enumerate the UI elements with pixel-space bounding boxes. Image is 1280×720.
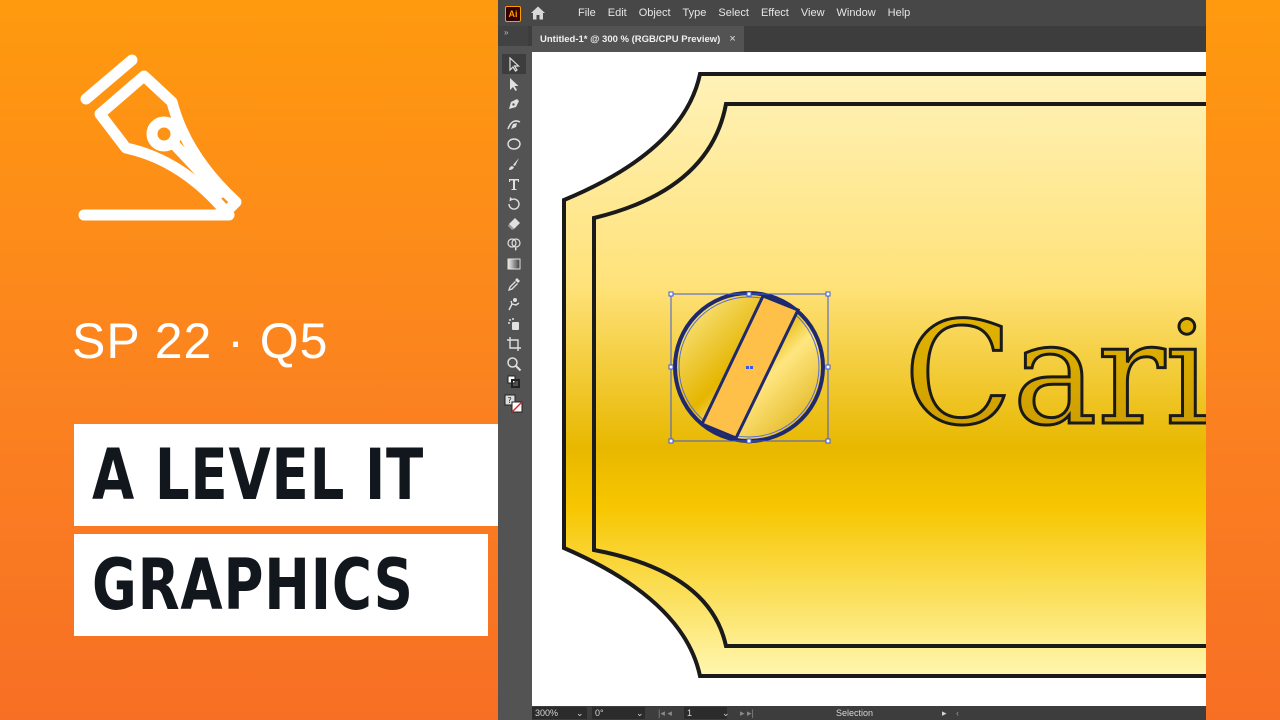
pen-nib-icon	[78, 54, 242, 221]
tools-panel: ?	[498, 46, 532, 720]
pen-tool-icon[interactable]	[502, 94, 526, 114]
type-tool-icon[interactable]	[502, 174, 526, 194]
rotate-tool-icon[interactable]	[502, 194, 526, 214]
document-tab[interactable]: Untitled-1* @ 300 % (RGB/CPU Preview) ×	[532, 26, 744, 52]
artboard-tool-icon[interactable]	[502, 334, 526, 354]
shape-builder-tool-icon[interactable]	[502, 234, 526, 254]
title-line-2: GRAPHICS	[74, 534, 488, 636]
artboard-number-field[interactable]: 1	[684, 707, 727, 719]
fill-stroke-swatch-icon[interactable]: ?	[502, 390, 526, 420]
first-artboard-icon[interactable]: |◂ ◂	[658, 707, 672, 719]
current-tool-status: Selection	[836, 708, 874, 718]
curvature-tool-icon[interactable]	[502, 114, 526, 134]
title-line-1-text: A LEVEL IT	[92, 434, 425, 516]
menu-object[interactable]: Object	[633, 0, 677, 26]
symbol-sprayer-tool-icon[interactable]	[502, 314, 526, 334]
toolbar-collapse-button[interactable]: »	[498, 26, 528, 46]
chevron-down-icon[interactable]: ⌄	[636, 707, 644, 719]
menu-window[interactable]: Window	[831, 0, 882, 26]
menu-effect[interactable]: Effect	[755, 0, 795, 26]
menu-select[interactable]: Select	[712, 0, 755, 26]
chevron-down-icon[interactable]: ⌄	[576, 707, 584, 719]
subtitle: SP 22 · Q5	[72, 313, 329, 369]
ellipse-tool-icon[interactable]	[502, 134, 526, 154]
document-tab-label: Untitled-1* @ 300 % (RGB/CPU Preview)	[540, 33, 721, 45]
svg-text:?: ?	[508, 396, 512, 405]
illustrator-window: Ai File Edit Object Type Select Effect V…	[498, 0, 1206, 720]
menu-edit[interactable]: Edit	[602, 0, 633, 26]
right-orange-strip	[1206, 0, 1280, 720]
selection-tool-icon[interactable]	[502, 54, 526, 74]
zoom-tool-icon[interactable]	[502, 354, 526, 374]
eyedropper-tool-icon[interactable]	[502, 274, 526, 294]
scroll-left-icon[interactable]: ‹	[956, 707, 959, 719]
status-menu-icon[interactable]: ▸	[942, 707, 947, 719]
menu-type[interactable]: Type	[677, 0, 713, 26]
main-menu: File Edit Object Type Select Effect View…	[572, 0, 916, 26]
home-icon[interactable]	[530, 5, 546, 21]
title-line-1: A LEVEL IT	[74, 424, 522, 526]
ticket-text[interactable]: Cari	[903, 291, 1207, 459]
last-artboard-icon[interactable]: ▸ ▸|	[740, 707, 754, 719]
gradient-tool-icon[interactable]	[502, 254, 526, 274]
menu-help[interactable]: Help	[882, 0, 917, 26]
toolbar-collapse-icon: »	[504, 28, 509, 37]
eraser-tool-icon[interactable]	[502, 214, 526, 234]
menu-file[interactable]: File	[572, 0, 602, 26]
chevron-down-icon[interactable]: ⌄	[722, 707, 730, 719]
menu-view[interactable]: View	[795, 0, 831, 26]
thumbnail-panel: SP 22 · Q5 A LEVEL IT GRAPHICS	[0, 0, 522, 720]
status-bar: 300% ⌄ 0° ⌄ |◂ ◂ 1 ⌄ ▸ ▸| Selection ▸ ‹	[532, 706, 1206, 720]
ticket-artwork[interactable]: Cari	[532, 52, 1206, 706]
artboard-canvas[interactable]: Cari	[532, 52, 1206, 706]
close-icon[interactable]: ×	[729, 33, 735, 45]
swap-fill-stroke-icon[interactable]	[502, 374, 526, 390]
direct-selection-tool-icon[interactable]	[502, 74, 526, 94]
title-line-2-text: GRAPHICS	[92, 544, 414, 626]
paintbrush-tool-icon[interactable]	[502, 154, 526, 174]
menu-bar: Ai File Edit Object Type Select Effect V…	[498, 0, 1206, 26]
puppet-warp-tool-icon[interactable]	[502, 294, 526, 314]
app-logo: Ai	[505, 6, 521, 22]
badge-circle[interactable]	[673, 291, 825, 443]
